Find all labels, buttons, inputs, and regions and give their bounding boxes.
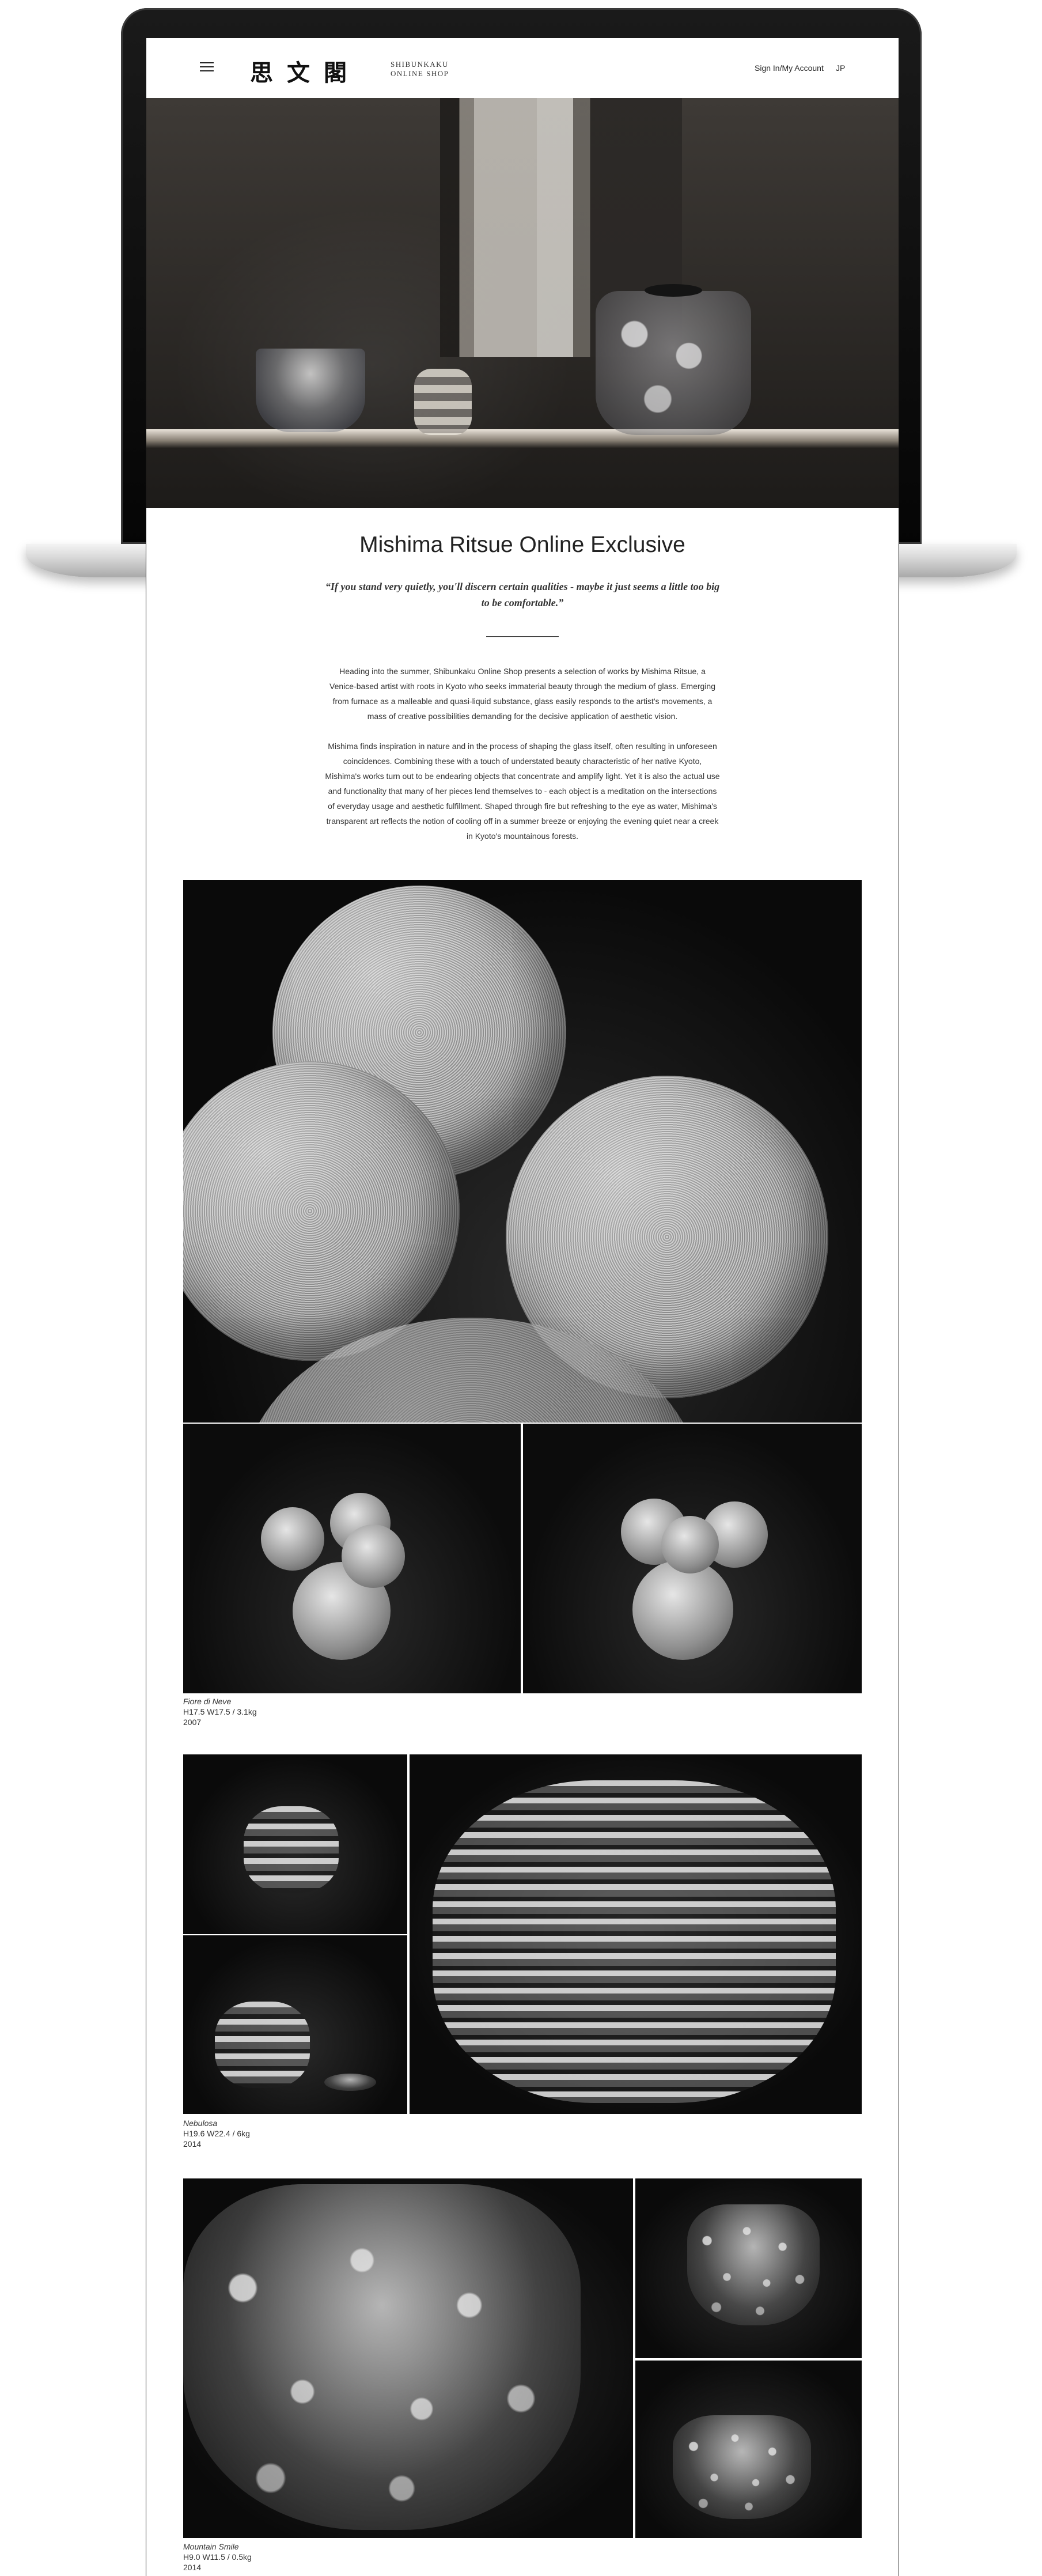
hero-image xyxy=(146,98,899,508)
logo-line-1: SHIBUNKAKU xyxy=(391,60,449,69)
work-title: Nebulosa xyxy=(183,2119,218,2128)
hero-glass-cup xyxy=(414,369,472,435)
hamburger-menu-icon[interactable] xyxy=(200,62,214,73)
fiore-di-neve-detail-image-1[interactable] xyxy=(183,1424,521,1693)
work-year: 2014 xyxy=(183,2139,202,2148)
work-title: Fiore di Neve xyxy=(183,1697,232,1706)
intro-quote: “If you stand very quietly, you'll disce… xyxy=(325,581,720,608)
divider-line xyxy=(486,636,559,637)
logo-text[interactable]: SHIBUNKAKU ONLINE SHOP xyxy=(391,60,449,78)
glass-sphere xyxy=(632,1559,733,1660)
intro-paragraph-1: Heading into the summer, Shibunkaku Onli… xyxy=(329,667,715,721)
glass-bowl xyxy=(673,2415,811,2519)
mountain-smile-main-image[interactable] xyxy=(183,2178,633,2538)
intro-paragraph-2: Mishima finds inspiration in nature and … xyxy=(325,742,720,841)
fiore-di-neve-caption: Fiore di Neve H17.5 W17.5 / 3.1kg 2007 xyxy=(183,1696,257,1727)
nebulosa-detail-image-1[interactable] xyxy=(183,1754,407,1934)
nebulosa-caption: Nebulosa H19.6 W22.4 / 6kg 2014 xyxy=(183,2118,250,2149)
fiore-di-neve-detail-image-2[interactable] xyxy=(523,1424,862,1693)
mountain-smile-caption: Mountain Smile H9.0 W11.5 / 0.5kg 2014 xyxy=(183,2541,252,2573)
logo-kanji[interactable]: 思文閣 xyxy=(250,54,361,88)
work-year: 2007 xyxy=(183,1718,202,1727)
work-title: Mountain Smile xyxy=(183,2542,239,2551)
hero-shelf xyxy=(146,429,899,448)
nebulosa-main-image[interactable] xyxy=(410,1754,862,2114)
glass-spiral xyxy=(244,1806,339,1893)
work-dimensions: H19.6 W22.4 / 6kg xyxy=(183,2129,250,2138)
hero-jar-lid xyxy=(645,284,702,297)
mountain-smile-detail-image-1[interactable] xyxy=(635,2178,862,2358)
hero-glass-bowl xyxy=(256,349,365,432)
language-switch[interactable]: JP xyxy=(836,63,845,73)
glass-bowl xyxy=(183,2184,581,2530)
hero-glass-jar xyxy=(596,291,751,435)
glass-bowl xyxy=(687,2204,820,2325)
web-page: 思文閣 SHIBUNKAKU ONLINE SHOP Sign In/My Ac… xyxy=(146,38,899,2576)
work-dimensions: H17.5 W17.5 / 3.1kg xyxy=(183,1707,257,1716)
fiore-di-neve-main-image[interactable] xyxy=(183,880,862,1423)
glass-sphere xyxy=(261,1507,324,1571)
glass-sphere xyxy=(661,1516,719,1573)
nebulosa-detail-image-2[interactable] xyxy=(183,1935,407,2114)
glass-sphere xyxy=(342,1525,405,1588)
site-header: 思文閣 SHIBUNKAKU ONLINE SHOP Sign In/My Ac… xyxy=(146,38,899,98)
mountain-smile-detail-image-2[interactable] xyxy=(635,2361,862,2538)
glass-lid xyxy=(324,2074,376,2091)
work-year: 2014 xyxy=(183,2563,202,2572)
glass-spiral xyxy=(215,2002,310,2088)
logo-line-2: ONLINE SHOP xyxy=(391,69,449,78)
work-dimensions: H9.0 W11.5 / 0.5kg xyxy=(183,2552,252,2562)
sign-in-link[interactable]: Sign In/My Account xyxy=(755,63,824,73)
glass-spiral xyxy=(433,1780,836,2103)
page-title: Mishima Ritsue Online Exclusive xyxy=(359,532,685,557)
